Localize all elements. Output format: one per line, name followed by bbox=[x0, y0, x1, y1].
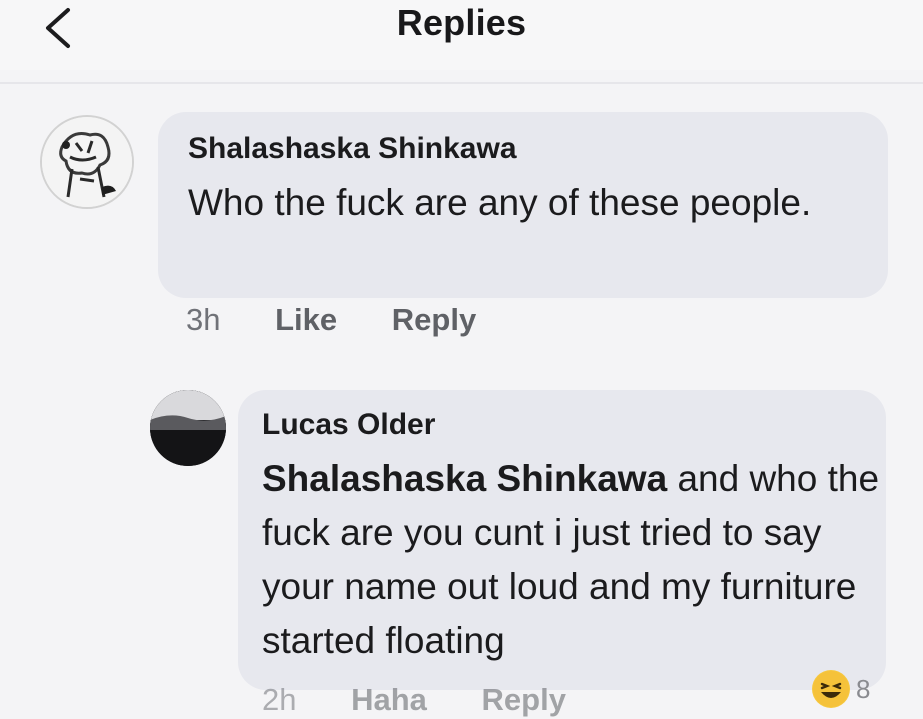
reaction-count: 8 bbox=[856, 674, 871, 704]
comment-author[interactable]: Shalashaska Shinkawa bbox=[188, 132, 517, 166]
haha-button[interactable]: Haha bbox=[351, 682, 427, 717]
header-divider bbox=[0, 82, 923, 84]
reply-button[interactable]: Reply bbox=[392, 302, 476, 337]
like-button[interactable]: Like bbox=[275, 302, 337, 337]
reply-time: 2h bbox=[262, 682, 297, 717]
comment-time: 3h bbox=[186, 302, 221, 337]
comment-bubble[interactable]: Shalashaska Shinkawa Who the fuck are an… bbox=[158, 112, 888, 298]
comment-text: Who the fuck are any of these people. bbox=[188, 182, 812, 223]
comment-meta: 3h Like Reply bbox=[186, 302, 476, 338]
page-title: Replies bbox=[396, 2, 527, 43]
reply-meta: 2h Haha Reply bbox=[262, 682, 566, 718]
dark-landscape-avatar-icon bbox=[150, 390, 226, 466]
haha-emoji-icon bbox=[812, 670, 850, 708]
reply-bubble[interactable]: Lucas Older Shalashaska Shinkawa and who… bbox=[238, 390, 886, 690]
header-bar: Replies bbox=[0, 0, 923, 70]
reply-author[interactable]: Lucas Older bbox=[262, 408, 435, 442]
avatar-shalashaska[interactable] bbox=[40, 115, 134, 209]
mention-link[interactable]: Shalashaska Shinkawa bbox=[262, 458, 667, 499]
sketch-drawing-avatar-icon bbox=[42, 117, 132, 207]
reply-text: Shalashaska Shinkawa and who the fuck ar… bbox=[262, 452, 882, 668]
avatar-lucas[interactable] bbox=[150, 390, 226, 466]
reply-button[interactable]: Reply bbox=[482, 682, 566, 717]
